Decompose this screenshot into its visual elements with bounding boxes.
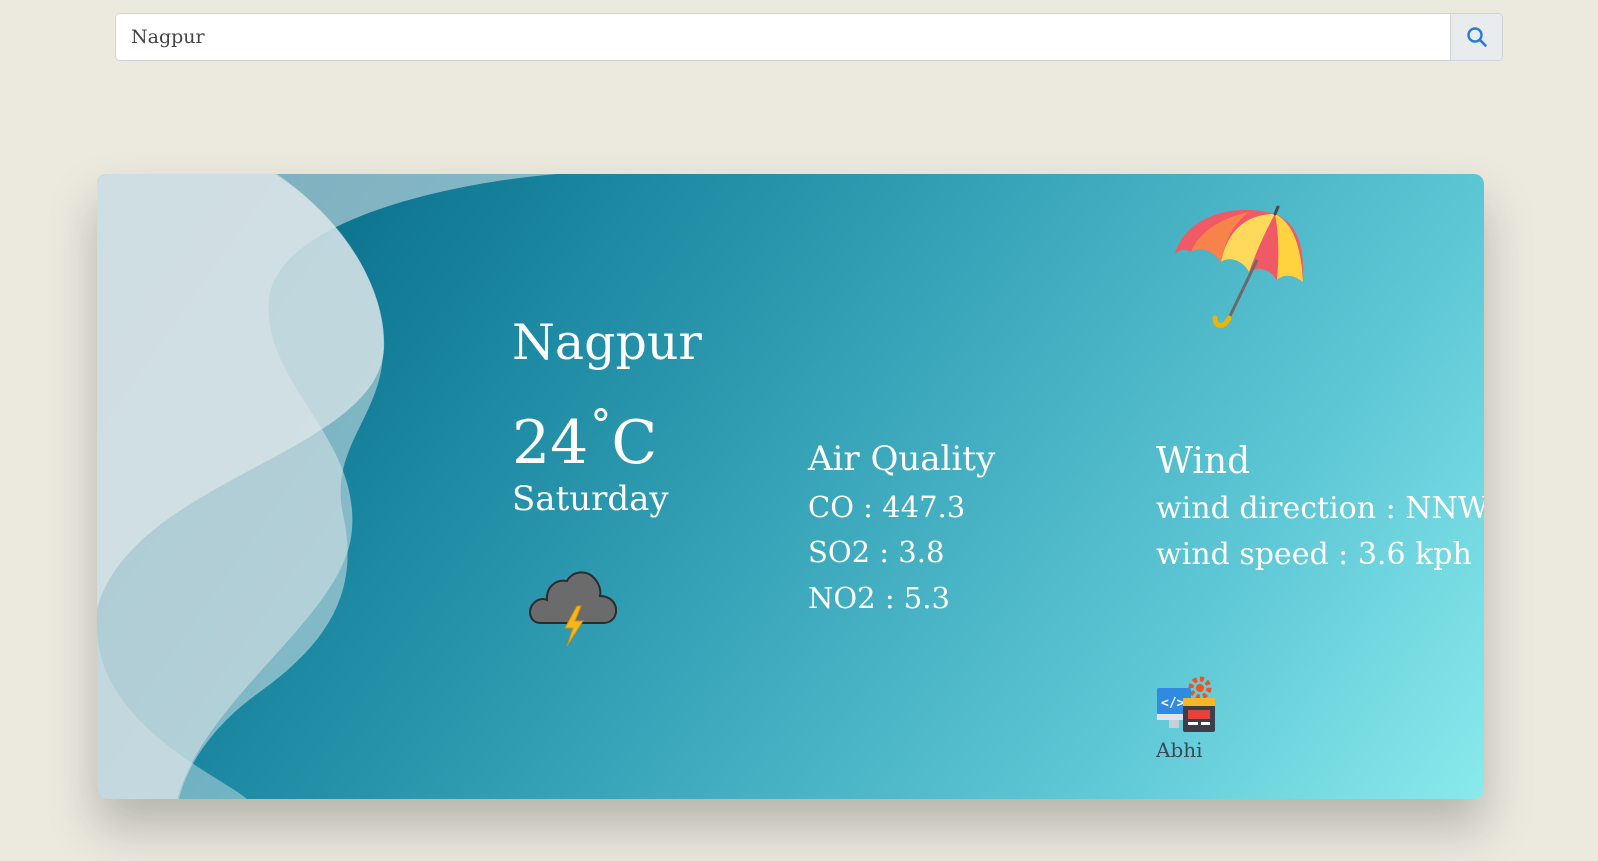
thunderstorm-cloud-icon	[528, 571, 618, 647]
search-input[interactable]	[116, 14, 1450, 60]
wind-title: Wind	[1156, 441, 1251, 482]
temperature-unit: C	[611, 408, 658, 478]
day-label: Saturday	[512, 479, 669, 519]
wind-direction: wind direction : NNW	[1156, 491, 1484, 526]
developer-icon: </>	[1157, 676, 1215, 732]
degree-symbol: °	[590, 400, 612, 449]
search-button[interactable]	[1450, 14, 1502, 60]
no2-value: NO2 : 5.3	[808, 581, 950, 615]
temperature: 24°C	[512, 390, 657, 478]
umbrella-icon	[1175, 205, 1304, 328]
air-quality-title: Air Quality	[808, 439, 996, 479]
svg-text:</>: </>	[1161, 696, 1185, 711]
wind-speed: wind speed : 3.6 kph	[1156, 537, 1472, 572]
so2-value: SO2 : 3.8	[808, 535, 945, 569]
temperature-value: 24	[512, 408, 589, 478]
city-name: Nagpur	[512, 314, 702, 371]
co-value: CO : 447.3	[808, 490, 966, 524]
weather-card: Nagpur 24°C Saturday Air Quality CO : 44…	[97, 174, 1484, 799]
search-bar	[115, 13, 1503, 61]
author-name: Abhi	[1156, 738, 1203, 762]
search-icon	[1466, 27, 1487, 47]
